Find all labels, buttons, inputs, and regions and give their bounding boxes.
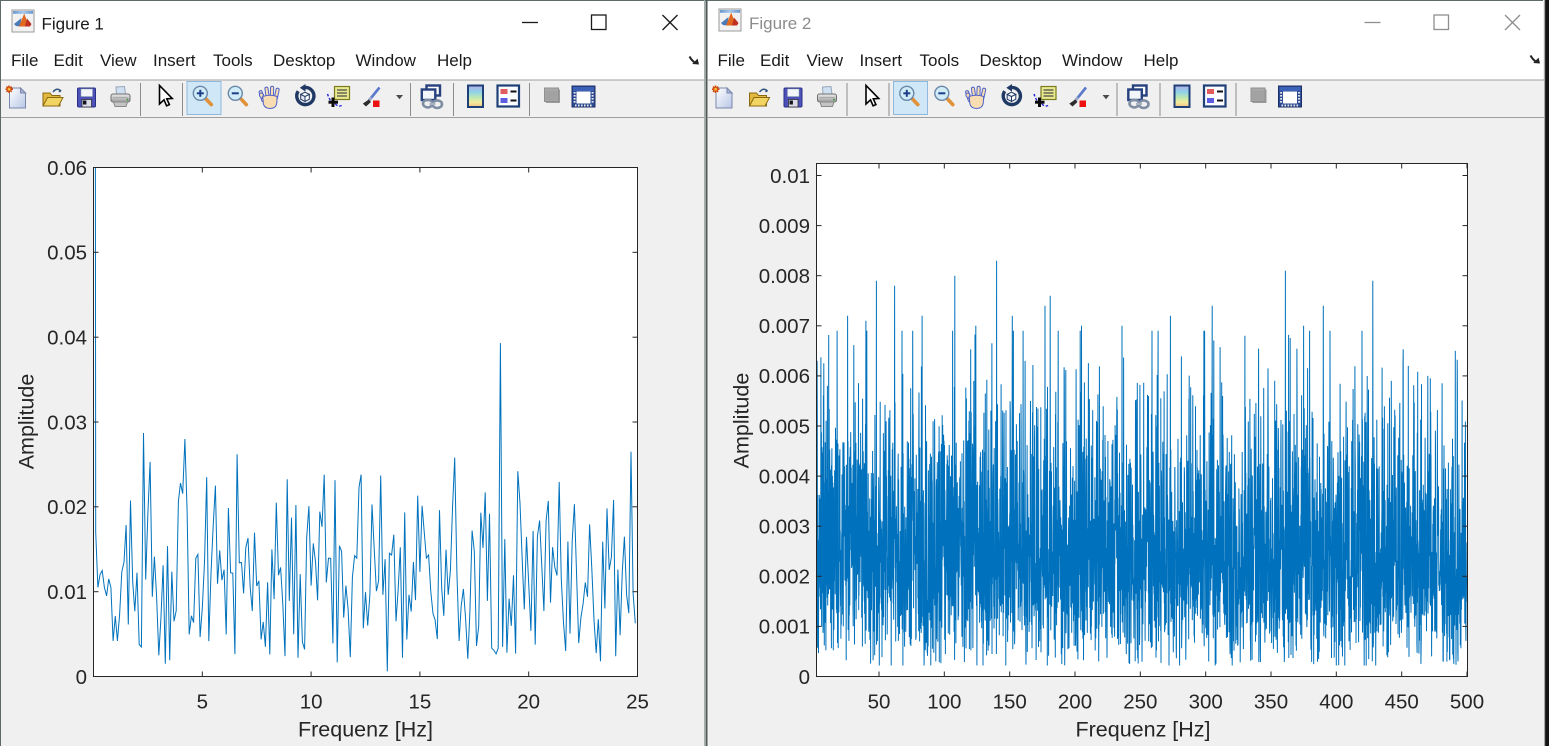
svg-text:Desktop: Desktop (980, 51, 1042, 70)
svg-text:0.01: 0.01 (770, 165, 810, 188)
svg-text:0.02: 0.02 (47, 496, 87, 519)
svg-text:Help: Help (1144, 51, 1179, 70)
svg-text:Frequenz [Hz]: Frequenz [Hz] (298, 718, 433, 742)
svg-text:0.006: 0.006 (759, 365, 810, 388)
svg-text:350: 350 (1254, 691, 1288, 714)
svg-text:Figure 2: Figure 2 (749, 14, 811, 33)
svg-text:0: 0 (799, 666, 810, 689)
svg-text:Amplitude: Amplitude (730, 373, 754, 469)
svg-text:0.007: 0.007 (759, 315, 810, 338)
svg-text:0.03: 0.03 (47, 411, 87, 434)
svg-text:Desktop: Desktop (273, 51, 335, 70)
svg-text:0.002: 0.002 (759, 566, 810, 589)
svg-text:20: 20 (517, 691, 540, 714)
svg-text:450: 450 (1385, 691, 1419, 714)
svg-text:Edit: Edit (760, 51, 790, 70)
svg-text:0.04: 0.04 (47, 327, 87, 350)
svg-text:Window: Window (1062, 51, 1123, 70)
svg-text:15: 15 (408, 691, 431, 714)
svg-text:0: 0 (76, 666, 87, 689)
svg-text:Tools: Tools (213, 51, 253, 70)
svg-text:200: 200 (1058, 691, 1092, 714)
svg-text:300: 300 (1189, 691, 1223, 714)
svg-text:150: 150 (993, 691, 1027, 714)
svg-text:0.003: 0.003 (759, 516, 810, 539)
svg-text:250: 250 (1123, 691, 1157, 714)
svg-text:Insert: Insert (153, 51, 196, 70)
svg-text:Amplitude: Amplitude (15, 374, 39, 470)
svg-text:0.004: 0.004 (759, 465, 810, 488)
svg-text:File: File (11, 51, 38, 70)
svg-text:Window: Window (356, 51, 417, 70)
svg-text:View: View (100, 51, 137, 70)
svg-text:10: 10 (300, 691, 323, 714)
svg-text:500: 500 (1450, 691, 1484, 714)
svg-text:File: File (718, 51, 745, 70)
svg-text:50: 50 (868, 691, 891, 714)
svg-text:0.009: 0.009 (759, 215, 810, 238)
svg-text:Edit: Edit (54, 51, 84, 70)
svg-text:0.001: 0.001 (759, 616, 810, 639)
svg-text:View: View (807, 51, 844, 70)
svg-text:0.06: 0.06 (47, 157, 87, 180)
svg-text:Frequenz [Hz]: Frequenz [Hz] (1075, 718, 1210, 742)
svg-text:Figure 1: Figure 1 (42, 15, 104, 34)
svg-text:0.005: 0.005 (759, 415, 810, 438)
svg-text:400: 400 (1319, 691, 1353, 714)
svg-text:0.008: 0.008 (759, 265, 810, 288)
svg-text:Insert: Insert (860, 51, 903, 70)
svg-text:Help: Help (437, 51, 472, 70)
svg-text:100: 100 (927, 691, 961, 714)
svg-text:0.01: 0.01 (47, 581, 87, 604)
svg-text:Tools: Tools (920, 51, 960, 70)
svg-text:5: 5 (197, 691, 208, 714)
svg-text:25: 25 (626, 691, 649, 714)
svg-text:0.05: 0.05 (47, 242, 87, 265)
